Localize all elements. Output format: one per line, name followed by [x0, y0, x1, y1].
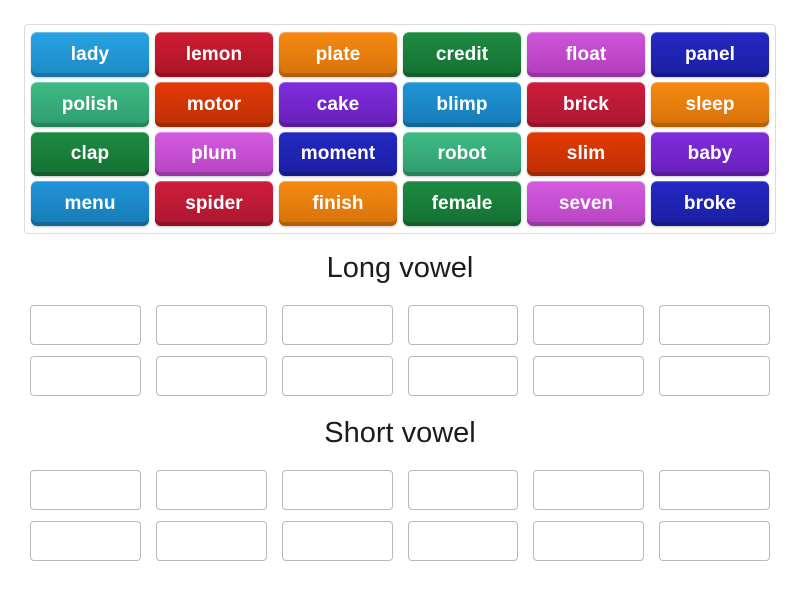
word-tile[interactable]: broke — [651, 181, 769, 226]
drop-slot[interactable] — [408, 305, 519, 345]
word-tile[interactable]: plum — [155, 132, 273, 177]
drop-slot[interactable] — [282, 521, 393, 561]
drop-slot[interactable] — [659, 356, 770, 396]
word-tile[interactable]: panel — [651, 32, 769, 77]
word-bank: ladylemonplatecreditfloatpanel polishmoto… — [24, 24, 776, 234]
word-tile[interactable]: lady — [31, 32, 149, 77]
drop-slot[interactable] — [533, 470, 644, 510]
word-tile[interactable]: motor — [155, 82, 273, 127]
drop-slot[interactable] — [30, 305, 141, 345]
drop-slot[interactable] — [659, 521, 770, 561]
word-tile[interactable]: seven — [527, 181, 645, 226]
drop-slot[interactable] — [408, 521, 519, 561]
word-tile[interactable]: brick — [527, 82, 645, 127]
drop-slot[interactable] — [282, 305, 393, 345]
drop-slot[interactable] — [408, 356, 519, 396]
word-tile[interactable]: slim — [527, 132, 645, 177]
drop-slot[interactable] — [156, 356, 267, 396]
drop-slot[interactable] — [156, 521, 267, 561]
drop-slot[interactable] — [659, 305, 770, 345]
word-tile[interactable]: spider — [155, 181, 273, 226]
drop-slot[interactable] — [533, 356, 644, 396]
word-tile[interactable]: robot — [403, 132, 521, 177]
word-tile[interactable]: cake — [279, 82, 397, 127]
word-tile[interactable]: blimp — [403, 82, 521, 127]
word-tile[interactable]: plate — [279, 32, 397, 77]
drop-slot[interactable] — [30, 356, 141, 396]
word-tile[interactable]: sleep — [651, 82, 769, 127]
category-long-vowel: Long vowel — [0, 252, 800, 396]
word-tile[interactable]: menu — [31, 181, 149, 226]
word-tile[interactable]: polish — [31, 82, 149, 127]
drop-slot[interactable] — [30, 470, 141, 510]
drop-slot-grid-short-vowel — [30, 470, 770, 561]
word-tile-grid: ladylemonplatecreditfloatpanel polishmoto… — [31, 32, 769, 226]
category-short-vowel: Short vowel — [0, 417, 800, 561]
drop-slot[interactable] — [408, 470, 519, 510]
drop-slot[interactable] — [282, 470, 393, 510]
word-tile[interactable]: float — [527, 32, 645, 77]
drop-slot[interactable] — [156, 470, 267, 510]
word-tile[interactable]: finish — [279, 181, 397, 226]
drop-slot[interactable] — [282, 356, 393, 396]
group-sort-board: ladylemonplatecreditfloatpanel polishmoto… — [0, 0, 800, 600]
word-tile[interactable]: female — [403, 181, 521, 226]
drop-slot-grid-long-vowel — [30, 305, 770, 396]
word-tile[interactable]: baby — [651, 132, 769, 177]
word-tile[interactable]: clap — [31, 132, 149, 177]
word-tile[interactable]: lemon — [155, 32, 273, 77]
word-tile[interactable]: moment — [279, 132, 397, 177]
drop-slot[interactable] — [533, 305, 644, 345]
word-tile[interactable]: credit — [403, 32, 521, 77]
category-title: Short vowel — [0, 417, 800, 450]
category-title: Long vowel — [0, 252, 800, 285]
drop-slot[interactable] — [156, 305, 267, 345]
drop-slot[interactable] — [659, 470, 770, 510]
drop-slot[interactable] — [30, 521, 141, 561]
drop-slot[interactable] — [533, 521, 644, 561]
